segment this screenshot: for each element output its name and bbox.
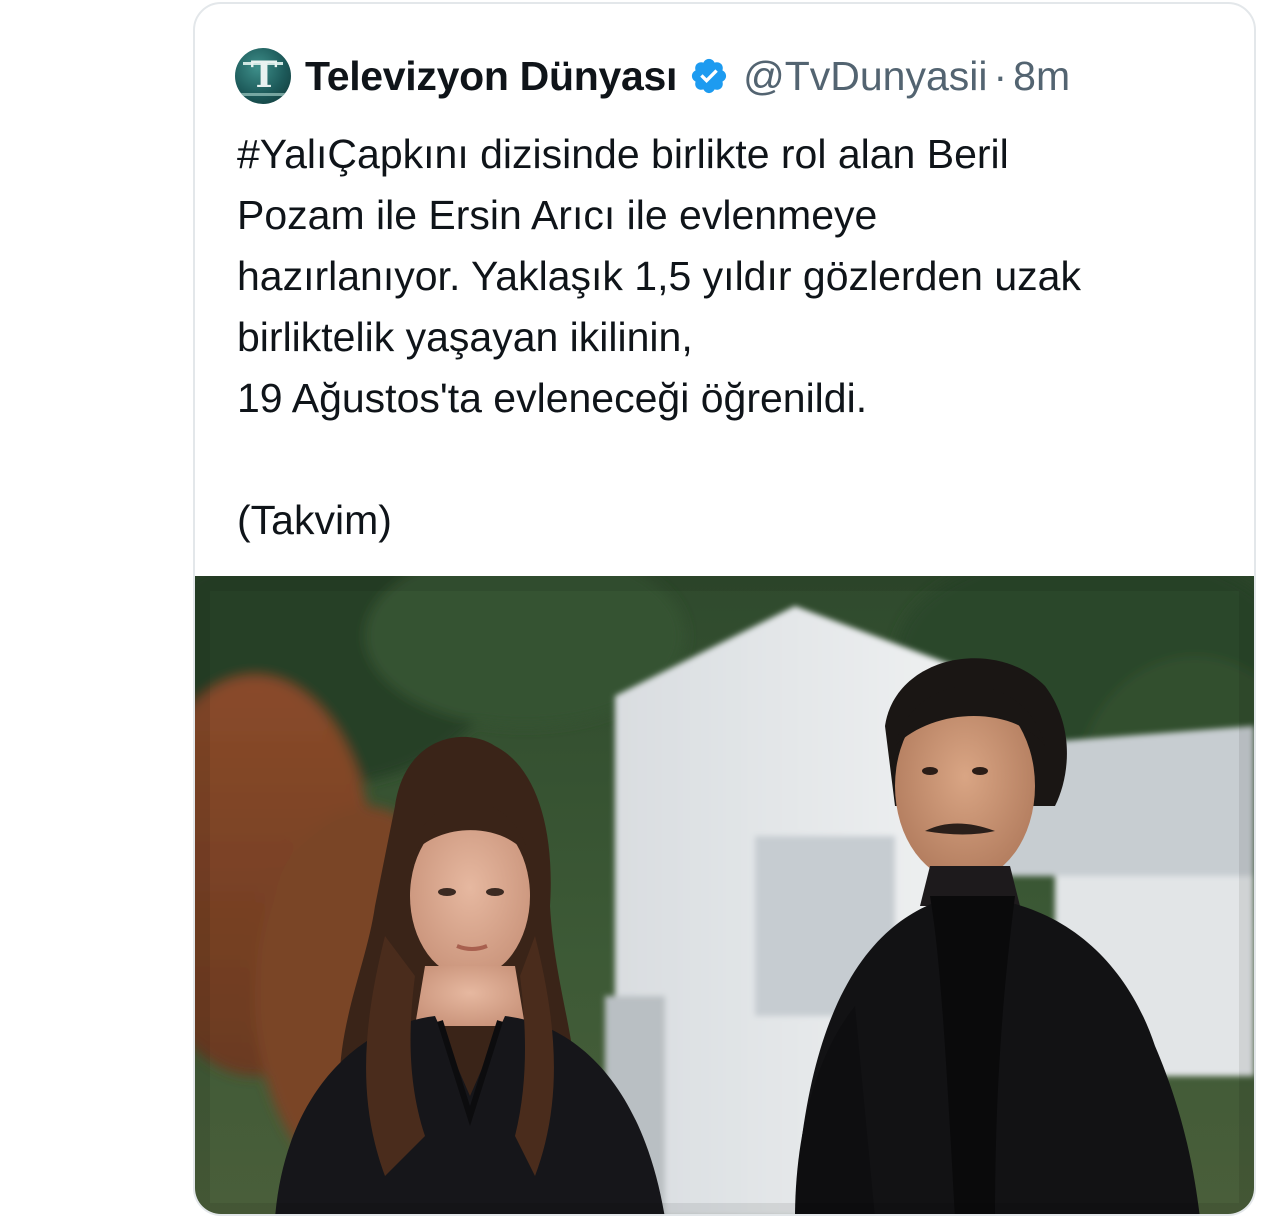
tweet-header: T Televizyon Dünyası @TvDunyasii · 8m: [235, 46, 1070, 106]
tweet-text-line: #YalıÇapkını dizisinde birlikte rol alan…: [237, 131, 1009, 177]
avatar[interactable]: T: [235, 48, 291, 104]
quoted-tweet-card[interactable]: T Televizyon Dünyası @TvDunyasii · 8m #Y…: [193, 2, 1256, 1216]
verified-badge-icon: [691, 58, 727, 94]
separator-dot: ·: [993, 52, 1008, 99]
tweet-text-line: Pozam ile Ersin Arıcı ile evlenmeye: [237, 192, 878, 238]
tweet-source-line: (Takvim): [237, 497, 392, 543]
tweet-text-line: hazırlanıyor. Yaklaşık 1,5 yıldır gözler…: [237, 253, 1081, 299]
tweet-text-line: 19 Ağustos'ta evleneceği öğrenildi.: [237, 375, 868, 421]
tweet-photo[interactable]: [195, 576, 1254, 1214]
photo-illustration: [195, 576, 1254, 1214]
tweet-text-line: birliktelik yaşayan ikilinin,: [237, 314, 693, 360]
author-display-name[interactable]: Televizyon Dünyası: [305, 53, 677, 100]
tweet-text: #YalıÇapkını dizisinde birlikte rol alan…: [237, 124, 1237, 551]
author-handle[interactable]: @TvDunyasii: [743, 53, 987, 100]
tweet-timestamp[interactable]: 8m: [1013, 53, 1070, 100]
